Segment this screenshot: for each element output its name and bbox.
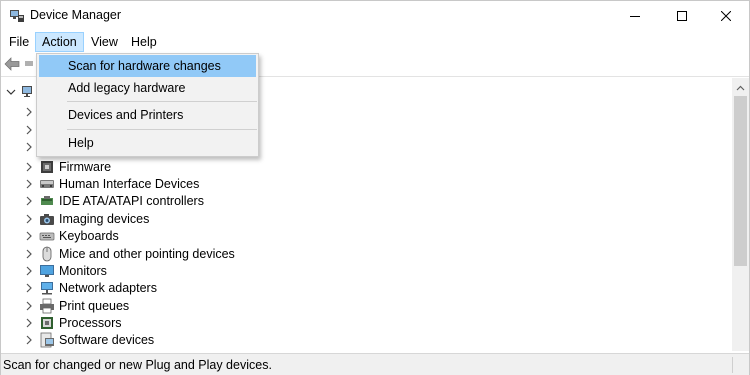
row-label: Firmware (59, 159, 112, 174)
tree-row-mice[interactable]: Mice and other pointing devices (23, 245, 235, 262)
tree-row-processors[interactable]: Processors (23, 314, 122, 331)
row-label: Print queues (59, 298, 130, 313)
scroll-up-button[interactable] (732, 78, 749, 95)
row-label: Monitors (59, 263, 107, 278)
chevron-right-icon[interactable] (23, 178, 35, 190)
row-label: Software devices (59, 332, 155, 347)
menu-item-add-legacy-hardware[interactable]: Add legacy hardware (39, 77, 256, 99)
action-menu-dropdown: Scan for hardware changes Add legacy har… (36, 53, 259, 157)
window-title: Device Manager (30, 8, 122, 22)
network-adapter-icon (39, 280, 55, 296)
ide-controller-icon (39, 193, 55, 209)
chevron-right-icon[interactable] (23, 141, 35, 153)
title-bar[interactable]: Device Manager (1, 1, 749, 31)
tree-row-network-adapters[interactable]: Network adapters (23, 279, 157, 296)
menu-separator (67, 101, 257, 102)
tree-row-hid[interactable]: Human Interface Devices (23, 175, 199, 192)
row-label: Human Interface Devices (59, 176, 200, 191)
firmware-icon (39, 159, 55, 175)
row-label: Mice and other pointing devices (59, 246, 235, 261)
menu-item-devices-and-printers[interactable]: Devices and Printers (39, 104, 256, 126)
printer-icon (39, 298, 55, 314)
maximize-button[interactable] (659, 1, 705, 31)
vertical-scrollbar[interactable] (732, 78, 749, 351)
chevron-right-icon[interactable] (23, 161, 35, 173)
row-label: IDE ATA/ATAPI controllers (59, 193, 204, 208)
tree-row-ide-controllers[interactable]: IDE ATA/ATAPI controllers (23, 192, 204, 209)
keyboard-icon (39, 228, 55, 244)
chevron-up-icon (736, 80, 745, 94)
device-manager-window: Device Manager File Action View Help Fir… (0, 0, 750, 375)
chevron-right-icon[interactable] (23, 213, 35, 225)
camera-icon (39, 211, 55, 227)
menu-separator (67, 129, 257, 130)
tree-row-firmware[interactable]: Firmware (23, 158, 111, 175)
status-bar: Scan for changed or new Plug and Play de… (1, 353, 749, 375)
chevron-right-icon[interactable] (23, 282, 35, 294)
back-arrow-icon[interactable] (4, 57, 20, 74)
row-label: Network adapters (59, 280, 157, 295)
chevron-right-icon[interactable] (23, 195, 35, 207)
computer-icon (21, 84, 37, 100)
close-button[interactable] (703, 1, 749, 31)
monitor-icon (39, 263, 55, 279)
menu-action[interactable]: Action (35, 32, 84, 52)
menu-item-scan-hardware[interactable]: Scan for hardware changes (39, 55, 256, 77)
minimize-button[interactable] (612, 1, 658, 31)
hid-icon (39, 176, 55, 192)
menu-item-help[interactable]: Help (39, 132, 256, 154)
close-icon (721, 11, 731, 21)
chevron-down-icon[interactable] (5, 86, 17, 98)
tree-row-imaging-devices[interactable]: Imaging devices (23, 210, 149, 227)
scrollbar-thumb[interactable] (734, 96, 747, 266)
chevron-right-icon[interactable] (23, 106, 35, 118)
chevron-right-icon[interactable] (23, 334, 35, 346)
menu-bar: File Action View Help (1, 31, 749, 52)
processor-icon (39, 315, 55, 331)
status-text: Scan for changed or new Plug and Play de… (3, 358, 272, 372)
menu-help[interactable]: Help (125, 32, 163, 52)
software-device-icon (39, 332, 55, 348)
tree-row-software-devices[interactable]: Software devices (23, 331, 154, 348)
minimize-icon (630, 11, 640, 21)
chevron-right-icon[interactable] (23, 230, 35, 242)
device-manager-app-icon (9, 9, 25, 23)
chevron-right-icon[interactable] (23, 248, 35, 260)
chevron-right-icon[interactable] (23, 300, 35, 312)
chevron-right-icon[interactable] (23, 317, 35, 329)
tree-row-print-queues[interactable]: Print queues (23, 297, 129, 314)
forward-arrow-icon[interactable] (23, 58, 35, 73)
chevron-right-icon[interactable] (23, 124, 35, 136)
mouse-icon (39, 246, 55, 262)
row-label: Imaging devices (59, 211, 150, 226)
tree-row-monitors[interactable]: Monitors (23, 262, 107, 279)
maximize-icon (677, 11, 687, 21)
menu-view[interactable]: View (85, 32, 124, 52)
status-divider (732, 357, 733, 373)
chevron-right-icon[interactable] (23, 265, 35, 277)
menu-file[interactable]: File (3, 32, 35, 52)
row-label: Keyboards (59, 228, 119, 243)
row-label: Processors (59, 315, 122, 330)
tree-row-keyboards[interactable]: Keyboards (23, 227, 119, 244)
